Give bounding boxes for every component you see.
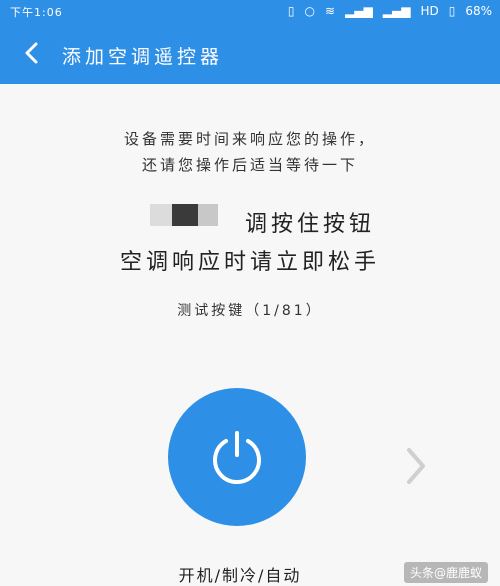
signal-icon: ▂▄▆ <box>345 4 373 18</box>
power-icon <box>213 431 261 485</box>
battery-level: 68% <box>465 4 492 18</box>
signal-icon-2: ▂▄▆ <box>382 4 411 18</box>
watermark: 头条@鹿鹿蚁 <box>403 562 488 583</box>
test-progress: 测试按键（1/81） <box>177 303 323 319</box>
wifi-icon: ≋ <box>325 4 336 18</box>
sim-icon: ▯ <box>287 4 295 18</box>
network-type: HD <box>420 4 439 18</box>
status-icons: ▯ ○ ≋ ▂▄▆ ▂▄▆ HD ▯ 68% <box>288 3 492 19</box>
back-button[interactable] <box>18 39 46 67</box>
chevron-right-icon <box>407 448 425 484</box>
instruction-line-1: 设备需要时间来响应您的操作， <box>123 130 376 148</box>
chevron-left-icon <box>25 42 38 64</box>
status-time: 下午1:06 <box>10 6 63 19</box>
instruction-line-2: 还请您操作后适当等待一下 <box>141 156 358 174</box>
main-content: 设备需要时间来响应您的操作， 还请您操作后适当等待一下 调按住按钮 空调响应时请… <box>0 84 500 586</box>
status-bar: 下午1:06 ▯ ○ ≋ ▂▄▆ ▂▄▆ HD ▯ 68% <box>0 0 500 24</box>
battery-icon: ▯ <box>448 4 456 18</box>
next-button[interactable] <box>396 444 436 488</box>
prompt-line-1: 调按住按钮 <box>244 212 375 237</box>
app-bar: 添加空调遥控器 <box>0 24 500 84</box>
alarm-icon: ○ <box>304 4 316 18</box>
page-title: 添加空调遥控器 <box>62 46 224 68</box>
power-button[interactable] <box>168 388 306 526</box>
prompt-line-2: 空调响应时请立即松手 <box>119 250 380 275</box>
